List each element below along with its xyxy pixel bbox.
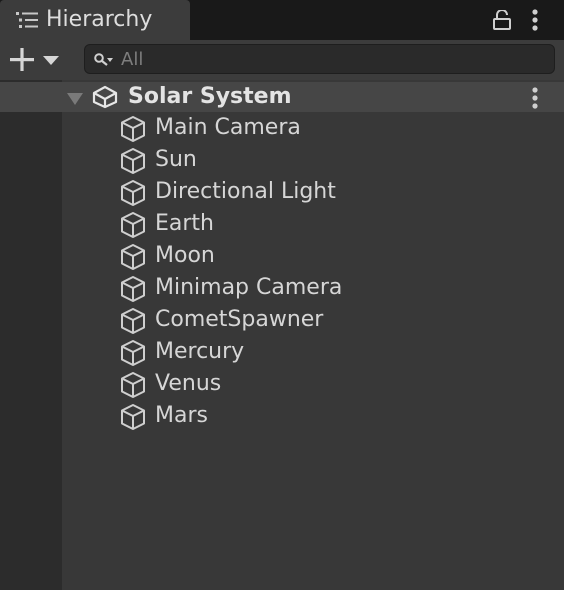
cube-icon	[119, 307, 147, 339]
cube-icon	[119, 339, 147, 371]
item-label: Moon	[155, 243, 215, 268]
cube-icon	[119, 179, 147, 211]
cube-icon	[119, 115, 147, 147]
scene-kebab-menu-icon[interactable]	[531, 87, 539, 113]
item-label: Minimap Camera	[155, 275, 343, 300]
item-label: Main Camera	[155, 115, 301, 140]
panel-title: Hierarchy	[46, 7, 153, 32]
list-item[interactable]: Venus	[0, 368, 564, 400]
hierarchy-toolbar	[0, 40, 564, 80]
kebab-menu-icon[interactable]	[531, 9, 539, 35]
item-label: Mercury	[155, 339, 245, 364]
list-item[interactable]: Directional Light	[0, 176, 564, 208]
search-icon	[94, 52, 114, 71]
cube-icon	[119, 243, 147, 275]
item-label: Directional Light	[155, 179, 336, 204]
unity-logo-icon	[92, 85, 118, 113]
list-item[interactable]: Sun	[0, 144, 564, 176]
item-label: Venus	[155, 371, 222, 396]
list-item[interactable]: Moon	[0, 240, 564, 272]
list-icon	[16, 11, 38, 33]
list-item[interactable]: Minimap Camera	[0, 272, 564, 304]
list-item[interactable]: Earth	[0, 208, 564, 240]
tab-hierarchy[interactable]: Hierarchy	[0, 0, 190, 40]
cube-icon	[119, 371, 147, 403]
cube-icon	[119, 275, 147, 307]
create-dropdown-button[interactable]	[10, 48, 62, 72]
list-item[interactable]: CometSpawner	[0, 304, 564, 336]
item-label: Sun	[155, 147, 197, 172]
item-label: Mars	[155, 403, 208, 428]
lock-icon[interactable]	[493, 9, 511, 34]
list-item[interactable]: Mercury	[0, 336, 564, 368]
scene-name: Solar System	[128, 84, 292, 109]
tab-bar: Hierarchy	[0, 0, 564, 40]
cube-icon	[119, 211, 147, 243]
list-item[interactable]: Mars	[0, 400, 564, 432]
item-label: Earth	[155, 211, 214, 236]
cube-icon	[119, 403, 147, 435]
fold-arrow-icon[interactable]	[67, 91, 83, 110]
list-item[interactable]: Main Camera	[0, 112, 564, 144]
item-label: CometSpawner	[155, 307, 324, 332]
game-object-list: Main Camera Sun Directional Light Earth …	[0, 112, 564, 432]
search-field[interactable]	[84, 44, 555, 74]
cube-icon	[119, 147, 147, 179]
search-input[interactable]	[121, 47, 541, 71]
scene-row[interactable]: Solar System	[0, 82, 564, 112]
